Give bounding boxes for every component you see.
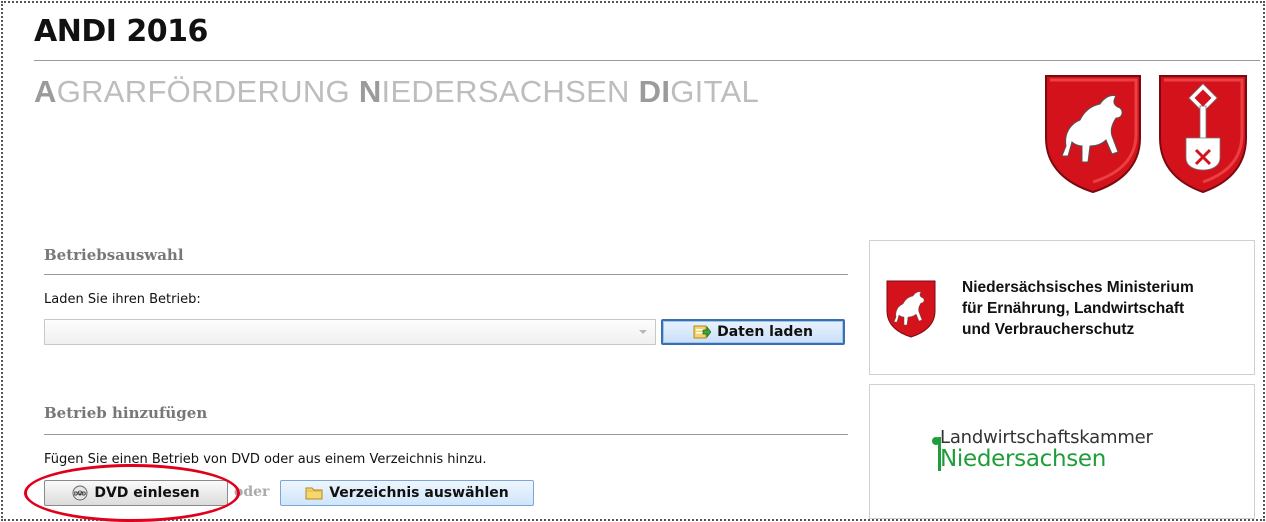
data-load-icon	[693, 325, 712, 339]
lwk-panel: Landwirtschaftskammer Niedersachsen	[869, 384, 1255, 519]
title-divider	[34, 60, 1260, 61]
chevron-down-icon[interactable]	[639, 330, 647, 334]
coat-of-arms-bremen-icon	[1159, 75, 1247, 194]
load-data-button-label: Daten laden	[717, 324, 813, 340]
subtitle-initial-di: DI	[638, 74, 671, 109]
subtitle-word-di: GITAL	[670, 74, 760, 109]
app-subtitle: AGRARFÖRDERUNG NIEDERSACHSEN DIGITAL	[34, 74, 759, 110]
choose-directory-button[interactable]: Verzeichnis auswählen	[280, 480, 534, 506]
app-title: ANDI 2016	[34, 14, 208, 49]
lwk-line-2: Niedersachsen	[940, 446, 1107, 472]
coat-of-arms-niedersachsen-icon	[886, 280, 936, 338]
coat-of-arms-niedersachsen-icon	[1045, 75, 1141, 194]
section-heading-betrieb-hinzufuegen: Betrieb hinzufügen	[44, 404, 208, 422]
section-heading-betriebsauswahl: Betriebsauswahl	[44, 246, 184, 264]
subtitle-initial-a: A	[34, 74, 57, 109]
lwk-line-1: Landwirtschaftskammer	[940, 427, 1153, 448]
ministry-line-3: und Verbraucherschutz	[962, 321, 1135, 338]
ministry-panel: Niedersächsisches Ministerium für Ernähr…	[869, 240, 1255, 375]
subtitle-word-n: IEDERSACHSEN	[381, 74, 639, 109]
subtitle-initial-n: N	[358, 74, 382, 109]
highlight-annotation	[24, 464, 240, 522]
ministry-name: Niedersächsisches Ministerium für Ernähr…	[962, 277, 1194, 340]
subtitle-word-a: GRARFÖRDERUNG	[56, 74, 359, 109]
section-divider	[44, 434, 848, 435]
folder-icon	[305, 487, 323, 500]
choose-directory-button-label: Verzeichnis auswählen	[329, 485, 509, 501]
ministry-line-1: Niedersächsisches Ministerium	[962, 279, 1194, 296]
lwk-logo: Landwirtschaftskammer Niedersachsen	[932, 427, 1153, 472]
load-prompt: Laden Sie ihren Betrieb:	[44, 292, 201, 307]
lwk-bar-icon	[938, 437, 941, 471]
betrieb-select[interactable]	[44, 319, 656, 345]
load-data-button[interactable]: Daten laden	[661, 319, 845, 345]
ministry-line-2: für Ernährung, Landwirtschaft	[962, 300, 1185, 317]
section-divider	[44, 274, 848, 275]
